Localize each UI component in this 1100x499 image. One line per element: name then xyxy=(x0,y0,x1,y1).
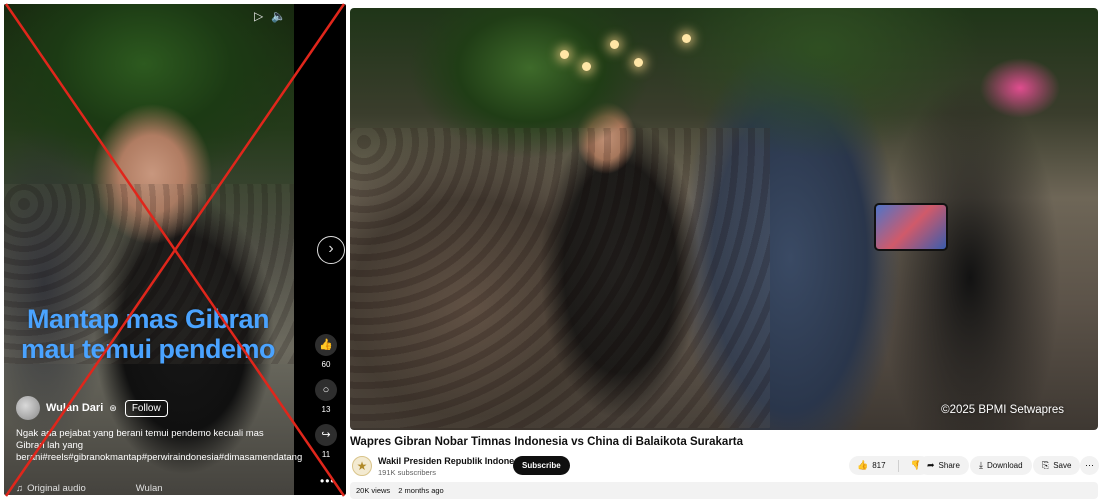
reel-video-frame[interactable] xyxy=(4,4,294,495)
video-crowd xyxy=(350,128,770,428)
video-watermark: ©2025 BPMI Setwapres xyxy=(941,404,1064,416)
video-meta[interactable]: 20K views 2 months ago xyxy=(350,482,1098,499)
reel-author: Wulan Dari ⊛ Follow xyxy=(16,396,168,420)
avatar[interactable] xyxy=(16,396,40,420)
download-icon: ⤓ xyxy=(979,460,983,470)
save-label: Save xyxy=(1053,461,1072,470)
play-icon[interactable]: ▷ xyxy=(254,10,263,22)
video-page: ©2025 BPMI Setwapres Wapres Gibran Nobar… xyxy=(350,8,1099,499)
reel-top-controls: ▷ 🔈 xyxy=(254,10,286,22)
share-count: 11 xyxy=(321,450,331,459)
subscribe-button[interactable]: Subscribe xyxy=(513,456,570,475)
share-icon[interactable]: ↪ xyxy=(315,424,337,446)
comparison-collage: ▷ 🔈 Mantap mas Gibran mau temui pendemo … xyxy=(0,0,1100,499)
verified-icon: ⊛ xyxy=(109,402,117,413)
audio-label: Original audio xyxy=(27,483,86,494)
reel-author-name[interactable]: Wulan Dari xyxy=(46,402,103,414)
like-divider xyxy=(897,459,899,472)
like-button[interactable]: 👍 817 xyxy=(849,456,894,475)
download-button[interactable]: ⤓ Download xyxy=(970,456,1032,475)
bookmark-icon: ⎘ xyxy=(1042,460,1050,470)
more-horizontal-icon: ⋯ xyxy=(1085,460,1094,470)
reel-description: Ngak ada pejabat yang berani temui pende… xyxy=(16,428,303,463)
reel-audio[interactable]: ♫ Original audio Wulan xyxy=(16,483,163,494)
reel-actions: 👍 60 ○ 13 ↪ 11 xyxy=(309,334,343,465)
reel-caption-overlay: Mantap mas Gibran mau temui pendemo xyxy=(20,304,276,364)
view-count: 20K views xyxy=(356,486,391,495)
like-count: 60 xyxy=(321,360,331,369)
mute-icon[interactable]: 🔈 xyxy=(271,10,286,22)
follow-button[interactable]: Follow xyxy=(124,399,168,417)
thumbs-up-icon: 👍 xyxy=(857,460,869,470)
street-lights xyxy=(560,22,700,72)
share-icon: ➦ xyxy=(927,460,935,470)
audio-author: Wulan xyxy=(135,483,163,494)
next-icon[interactable]: › xyxy=(317,236,345,264)
like-count: 817 xyxy=(872,461,886,470)
comment-count: 13 xyxy=(321,405,331,414)
video-player[interactable]: ©2025 BPMI Setwapres xyxy=(350,8,1098,430)
comment-icon[interactable]: ○ xyxy=(315,379,337,401)
more-actions-button[interactable]: ⋯ xyxy=(1080,456,1099,475)
more-options-icon[interactable]: ••• xyxy=(320,474,336,488)
channel-logo-icon[interactable]: ★ xyxy=(352,456,372,476)
share-button[interactable]: ➦ Share xyxy=(918,456,969,475)
share-label: Share xyxy=(938,461,960,470)
download-label: Download xyxy=(986,461,1023,470)
phone-in-hand xyxy=(874,203,948,251)
upload-age: 2 months ago xyxy=(398,486,444,495)
subscriber-count: 191K subscribers xyxy=(378,468,436,477)
video-title: Wapres Gibran Nobar Timnas Indonesia vs … xyxy=(350,436,744,448)
reel-screenshot: ▷ 🔈 Mantap mas Gibran mau temui pendemo … xyxy=(4,4,346,495)
audio-icon: ♫ xyxy=(16,483,24,494)
channel-name[interactable]: Wakil Presiden Republik Indonesia xyxy=(378,456,527,466)
like-icon[interactable]: 👍 xyxy=(315,334,337,356)
save-button[interactable]: ⎘ Save xyxy=(1033,456,1081,475)
channel-row: ★ Wakil Presiden Republik Indonesia 191K… xyxy=(350,454,1099,484)
